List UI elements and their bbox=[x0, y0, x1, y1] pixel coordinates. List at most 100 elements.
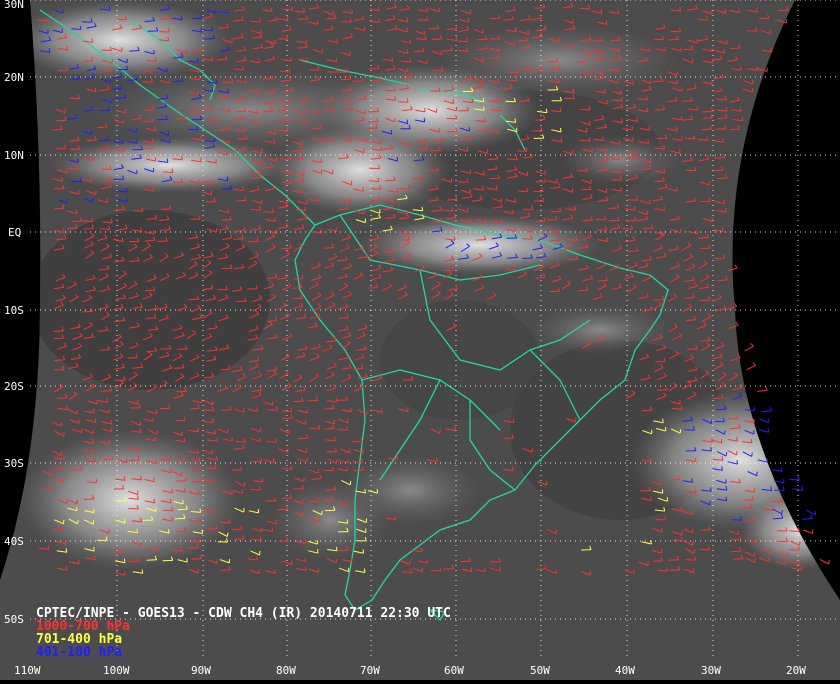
wind-barb-flag bbox=[751, 343, 754, 346]
wind-barb bbox=[278, 130, 288, 131]
wind-barb-flag bbox=[440, 430, 441, 434]
wind-barb-flag bbox=[697, 230, 698, 234]
wind-barb bbox=[338, 430, 348, 431]
wind-barb-flag bbox=[141, 227, 142, 231]
wind-barb-flag bbox=[517, 69, 518, 73]
wind-barb bbox=[192, 481, 202, 482]
wind-barb-flag bbox=[427, 559, 428, 563]
wind-barb bbox=[112, 89, 122, 90]
wind-barb-flag bbox=[303, 512, 304, 516]
wind-barb bbox=[84, 499, 94, 500]
lon-label: 70W bbox=[360, 664, 380, 677]
wind-barb-flag bbox=[575, 206, 576, 210]
wind-barb-flag bbox=[198, 428, 199, 432]
wind-barb bbox=[686, 560, 696, 561]
wind-barb bbox=[597, 230, 607, 231]
wind-barb-flag bbox=[228, 89, 229, 93]
wind-barb bbox=[278, 39, 288, 40]
wind-barb-flag bbox=[392, 57, 393, 61]
wind-barb-flag bbox=[137, 139, 138, 143]
wind-barb-flag bbox=[766, 387, 768, 391]
wind-barb-flag bbox=[757, 8, 758, 12]
wind-barb bbox=[295, 11, 305, 12]
wind-barb bbox=[714, 421, 724, 422]
wind-barb bbox=[418, 20, 428, 21]
wind-barb bbox=[564, 98, 574, 99]
map-svg: 30N 20N 10N EQ 10S 20S 30S 40S 50S 110W … bbox=[0, 0, 840, 680]
wind-barb-flag bbox=[213, 508, 214, 512]
wind-barb bbox=[523, 258, 533, 259]
wind-barb-flag bbox=[142, 569, 143, 573]
wind-barb-flag bbox=[621, 187, 622, 191]
wind-barb-flag bbox=[798, 476, 799, 480]
wind-barb-flag bbox=[109, 440, 110, 444]
satellite-wind-map: 30N 20N 10N EQ 10S 20S 30S 40S 50S 110W … bbox=[0, 0, 840, 680]
wind-barb bbox=[628, 251, 638, 252]
wind-barb-flag bbox=[606, 147, 607, 151]
wind-barb-flag bbox=[289, 430, 290, 434]
wind-barb-flag bbox=[783, 486, 784, 490]
wind-barb bbox=[341, 79, 351, 80]
wind-barb bbox=[204, 38, 214, 39]
wind-barb-flag bbox=[557, 179, 558, 183]
wind-barb bbox=[160, 408, 170, 409]
wind-barb-flag bbox=[784, 479, 785, 483]
wind-barb bbox=[536, 182, 546, 183]
wind-barb-flag bbox=[307, 57, 308, 61]
wind-barb bbox=[99, 350, 109, 351]
wind-barb bbox=[461, 561, 471, 562]
lat-label: 30N bbox=[4, 0, 24, 11]
lon-label: 50W bbox=[530, 664, 550, 677]
wind-barb bbox=[627, 200, 637, 201]
wind-barb-flag bbox=[61, 452, 62, 456]
wind-barb bbox=[70, 79, 80, 80]
wind-barb-flag bbox=[201, 28, 202, 32]
legend-high-level: 401-100 hPa bbox=[36, 645, 122, 660]
wind-barb bbox=[292, 298, 302, 299]
wind-barb bbox=[757, 390, 767, 391]
wind-barb bbox=[597, 280, 607, 281]
wind-barb bbox=[208, 120, 218, 121]
wind-barb bbox=[324, 470, 334, 471]
wind-barb-flag bbox=[664, 169, 665, 173]
wind-barb-flag bbox=[140, 542, 141, 546]
wind-barb-flag bbox=[735, 265, 737, 268]
wind-barb bbox=[699, 549, 709, 550]
lat-label: 40S bbox=[4, 535, 24, 548]
wind-barb-flag bbox=[680, 429, 681, 433]
wind-barb bbox=[517, 151, 527, 152]
wind-barb bbox=[54, 338, 64, 339]
wind-barb bbox=[218, 97, 228, 98]
wind-barb-flag bbox=[722, 467, 723, 471]
wind-barb bbox=[747, 365, 756, 369]
wind-barb bbox=[129, 561, 139, 562]
wind-barb bbox=[772, 470, 782, 472]
wind-barb-flag bbox=[318, 197, 319, 201]
wind-barb-flag bbox=[619, 156, 620, 160]
wind-barb-flag bbox=[302, 189, 303, 193]
lat-label: 30S bbox=[4, 457, 24, 470]
wind-barb bbox=[626, 220, 636, 221]
wind-barb-flag bbox=[124, 559, 125, 563]
wind-barb bbox=[368, 128, 378, 129]
wind-barb bbox=[236, 200, 246, 201]
wind-barb-flag bbox=[637, 117, 638, 121]
wind-barb-flag bbox=[651, 458, 652, 462]
wind-barb bbox=[103, 459, 113, 460]
wind-barb bbox=[71, 29, 81, 30]
lon-label: 80W bbox=[276, 664, 296, 677]
wind-barb-flag bbox=[78, 560, 79, 564]
wind-barb-flag bbox=[546, 109, 547, 113]
wind-barb bbox=[189, 548, 199, 549]
wind-barb bbox=[101, 169, 111, 170]
wind-barb-flag bbox=[95, 556, 96, 560]
wind-barb-flag bbox=[410, 59, 411, 63]
wind-barb-flag bbox=[648, 139, 649, 143]
wind-barb-flag bbox=[364, 569, 365, 573]
wind-barb bbox=[342, 90, 352, 91]
wind-barb-flag bbox=[154, 499, 155, 503]
lon-label: 40W bbox=[615, 664, 635, 677]
wind-barb-flag bbox=[275, 130, 276, 134]
wind-barb-flag bbox=[153, 187, 154, 191]
wind-barb-flag bbox=[182, 547, 183, 551]
